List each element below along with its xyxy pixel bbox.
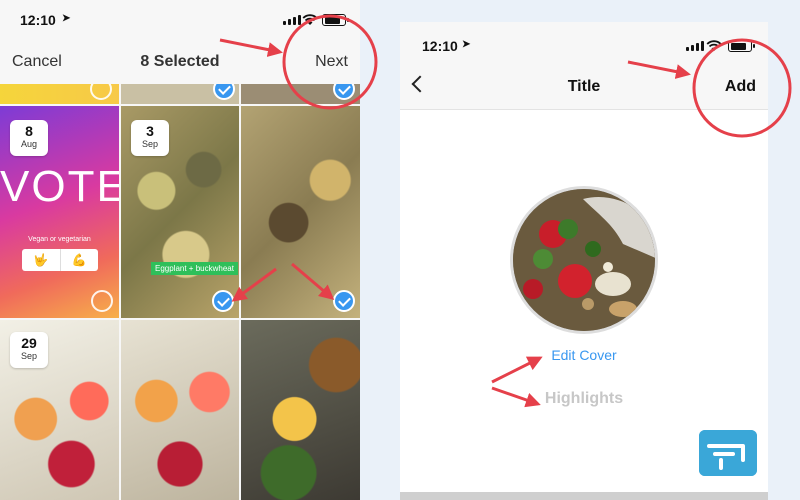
- selected-checkmark-icon[interactable]: [333, 84, 355, 100]
- status-time: 12:10: [422, 38, 458, 54]
- story-thumbnail-vote[interactable]: 8 Aug VOTE Vegan or vegetarian 🤟 💪: [0, 106, 119, 318]
- logo-mark: [699, 430, 757, 476]
- food-caption-tag: Eggplant + buckwheat: [151, 262, 238, 275]
- unselected-circle[interactable]: [90, 84, 112, 100]
- photo-thumbnail[interactable]: [241, 320, 360, 500]
- date-day: 29: [21, 335, 37, 351]
- location-arrow-icon: ➤: [462, 39, 471, 50]
- photo-thumbnail[interactable]: [121, 84, 239, 104]
- selected-checkmark-icon[interactable]: [213, 84, 235, 100]
- page-title: Title: [567, 78, 601, 95]
- selected-count-label: 8 Selected: [140, 53, 220, 70]
- date-badge: 29 Sep: [10, 332, 48, 368]
- photo-grid: 8 Aug VOTE Vegan or vegetarian 🤟 💪 3 Sep…: [0, 84, 360, 500]
- date-badge: 3 Sep: [131, 120, 169, 156]
- photo-thumbnail[interactable]: [0, 84, 119, 104]
- add-button[interactable]: Add: [725, 78, 756, 96]
- wifi-icon: [706, 40, 722, 51]
- status-bar: 12:10 ➤: [0, 0, 360, 40]
- story-thumbnail-salad[interactable]: 29 Sep: [0, 320, 119, 500]
- poll-sticker: 🤟 💪: [22, 249, 98, 271]
- picker-navigation-bar: Cancel 8 Selected Next: [0, 40, 360, 84]
- unselected-circle[interactable]: [91, 290, 113, 312]
- selected-checkmark-icon[interactable]: [333, 290, 355, 312]
- poll-option: 🤟: [22, 249, 61, 271]
- edit-cover-link[interactable]: Edit Cover: [400, 347, 768, 363]
- cellular-signal-icon: [283, 15, 301, 25]
- battery-icon: [322, 14, 349, 26]
- poll-option: 💪: [71, 253, 87, 267]
- highlight-name-input[interactable]: Highlights: [400, 390, 768, 408]
- date-badge: 8 Aug: [10, 120, 48, 156]
- date-month: Aug: [20, 139, 37, 149]
- wifi-icon: [302, 14, 318, 25]
- story-thumbnail-food[interactable]: [241, 106, 360, 318]
- highlight-navigation-bar: Title Add: [400, 62, 768, 110]
- status-bar: 12:10 ➤: [400, 22, 768, 62]
- brand-logo-icon: [699, 430, 757, 476]
- photo-thumbnail[interactable]: [241, 84, 360, 104]
- new-highlight-screen: 12:10 ➤ Title Add Edit Cover Highlights: [400, 22, 768, 500]
- next-button[interactable]: Next: [315, 53, 348, 71]
- highlight-cover-image[interactable]: [510, 186, 658, 334]
- location-arrow-icon: ➤: [62, 13, 71, 24]
- date-day: 3: [146, 123, 154, 139]
- date-month: Sep: [20, 351, 37, 361]
- cover-photo: [513, 189, 655, 331]
- date-day: 8: [25, 123, 33, 139]
- date-month: Sep: [141, 139, 158, 149]
- poll-question: Vegan or vegetarian: [28, 236, 91, 243]
- story-thumbnail-food[interactable]: 3 Sep Eggplant + buckwheat: [121, 106, 239, 318]
- cellular-signal-icon: [686, 41, 704, 51]
- photo-thumbnail[interactable]: [121, 320, 239, 500]
- status-time: 12:10: [20, 12, 56, 28]
- keyboard-edge: [400, 492, 768, 500]
- screenshot-stage: 12:10 ➤ Cancel 8 Selected Next 8 Aug VOT…: [0, 0, 800, 500]
- photo-picker-screen: 12:10 ➤ Cancel 8 Selected Next 8 Aug VOT…: [0, 0, 360, 500]
- battery-icon: [728, 40, 755, 52]
- selected-checkmark-icon[interactable]: [212, 290, 234, 312]
- story-headline: VOTE: [0, 162, 119, 211]
